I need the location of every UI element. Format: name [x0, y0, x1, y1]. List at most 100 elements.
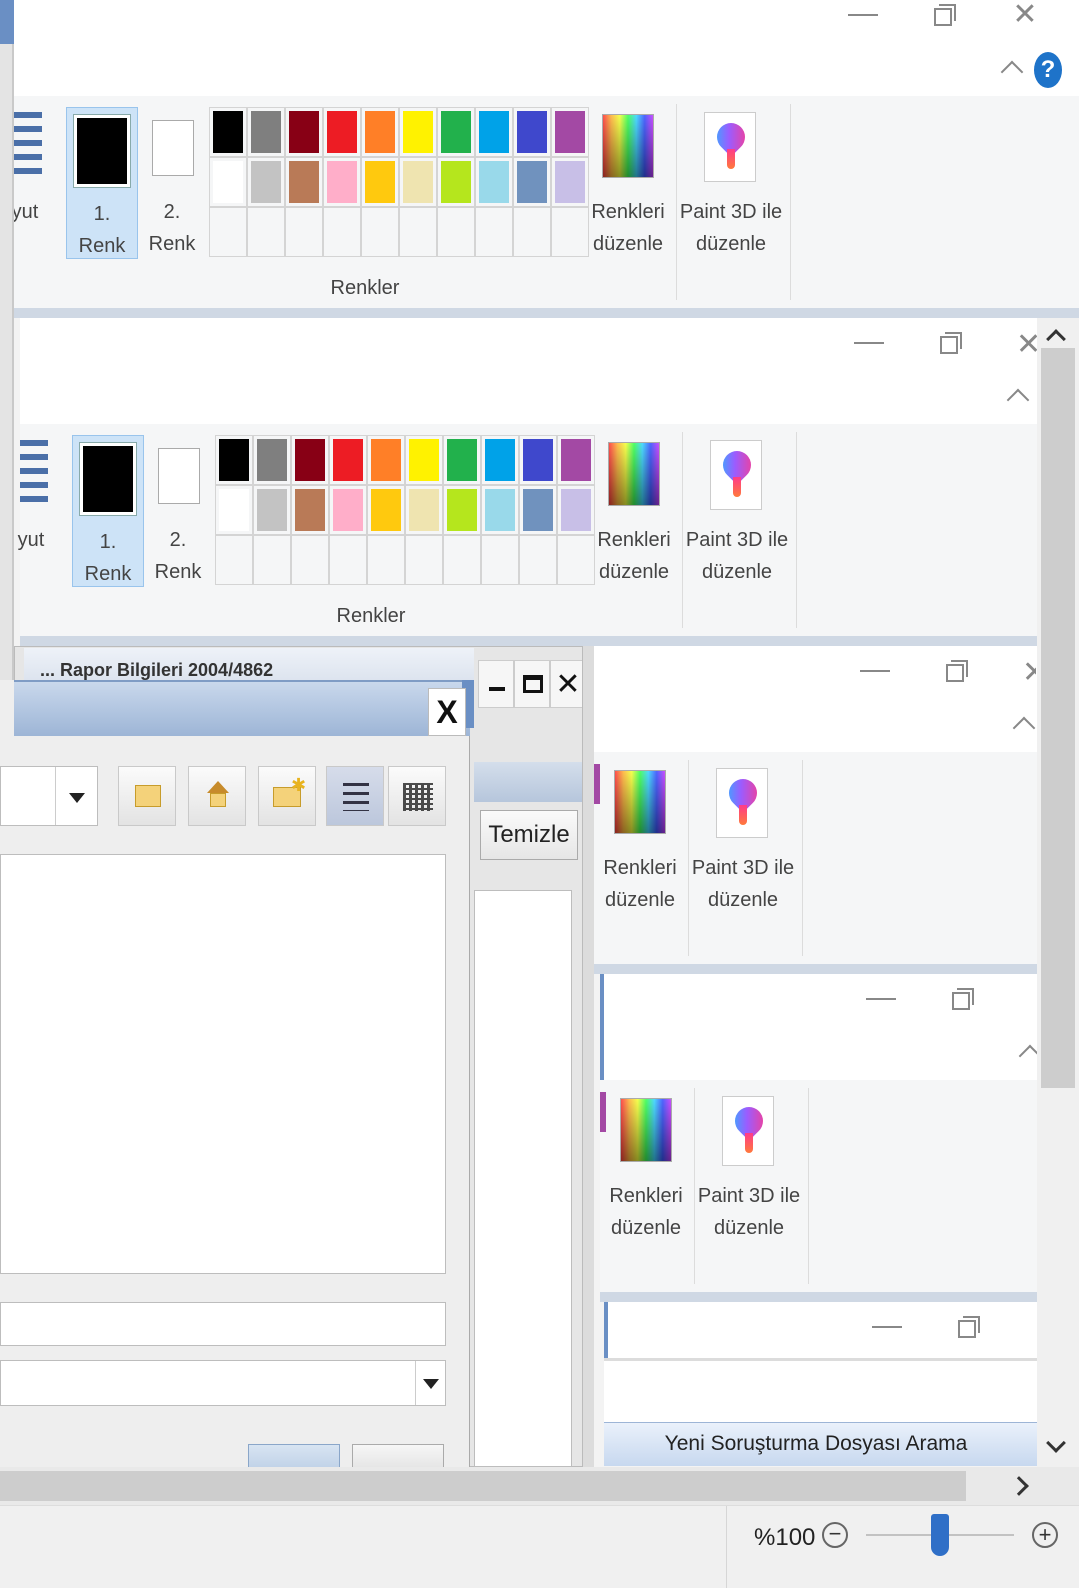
custom-color-slot[interactable]: [475, 207, 513, 257]
zoom-slider-thumb[interactable]: [931, 1514, 949, 1556]
horizontal-scrollbar[interactable]: [0, 1467, 1079, 1505]
scrollbar-thumb[interactable]: [0, 1471, 966, 1501]
restore-button[interactable]: [946, 660, 968, 682]
minimize-button[interactable]: [848, 14, 878, 16]
paint3d-icon[interactable]: [704, 112, 756, 182]
palette-swatch[interactable]: [253, 485, 291, 535]
close-icon[interactable]: ✕: [1010, 0, 1040, 30]
color1-button[interactable]: 1. Renk: [66, 107, 138, 259]
palette-swatch[interactable]: [247, 157, 285, 207]
clear-button[interactable]: Temizle: [480, 810, 578, 860]
custom-color-slot[interactable]: [513, 207, 551, 257]
palette-swatch[interactable]: [329, 435, 367, 485]
maximize-icon[interactable]: [514, 660, 550, 708]
palette-swatch[interactable]: [443, 435, 481, 485]
back-window-list[interactable]: [474, 890, 572, 1467]
palette-swatch[interactable]: [551, 107, 589, 157]
edit-colors-icon[interactable]: [620, 1098, 672, 1162]
custom-color-slot[interactable]: [437, 207, 475, 257]
palette-swatch[interactable]: [291, 435, 329, 485]
palette-swatch[interactable]: [285, 107, 323, 157]
palette-swatch[interactable]: [399, 107, 437, 157]
scrollbar-thumb[interactable]: [1041, 348, 1075, 1088]
palette-swatch[interactable]: [481, 485, 519, 535]
palette-swatch[interactable]: [367, 435, 405, 485]
palette-swatch[interactable]: [209, 157, 247, 207]
minimize-button[interactable]: [860, 670, 890, 672]
palette-swatch[interactable]: [285, 157, 323, 207]
palette-swatch[interactable]: [475, 157, 513, 207]
palette-swatch[interactable]: [361, 107, 399, 157]
paint3d-label[interactable]: Paint 3D ile düzenle: [676, 196, 786, 260]
restore-button[interactable]: [934, 4, 956, 26]
close-icon[interactable]: ✕: [550, 660, 586, 708]
edit-colors-label[interactable]: Renkleri düzenle: [598, 852, 682, 916]
custom-color-slot[interactable]: [247, 207, 285, 257]
cancel-button[interactable]: [352, 1444, 444, 1467]
palette-swatch[interactable]: [361, 157, 399, 207]
edit-colors-label[interactable]: Renkleri düzenle: [604, 1180, 688, 1244]
file-name-input[interactable]: [0, 1302, 446, 1346]
up-folder-button[interactable]: [118, 766, 176, 826]
custom-color-slot[interactable]: [557, 535, 595, 585]
scroll-down-icon[interactable]: [1046, 1433, 1066, 1453]
brush-size-icon[interactable]: [14, 112, 42, 174]
palette-swatch[interactable]: [557, 485, 595, 535]
palette-swatch[interactable]: [519, 485, 557, 535]
palette-swatch[interactable]: [513, 107, 551, 157]
zoom-out-button[interactable]: −: [822, 1522, 848, 1548]
paint3d-icon[interactable]: [716, 768, 768, 838]
paint3d-icon[interactable]: [710, 440, 762, 510]
restore-button[interactable]: [940, 332, 962, 354]
minimize-button[interactable]: [866, 998, 896, 1000]
paint3d-label[interactable]: Paint 3D ile düzenle: [694, 1180, 804, 1244]
edit-colors-icon[interactable]: [608, 442, 660, 506]
restore-button[interactable]: [952, 988, 974, 1010]
palette-swatch[interactable]: [513, 157, 551, 207]
edit-colors-label[interactable]: Renkleri düzenle: [592, 524, 676, 588]
color1-button[interactable]: 1. Renk: [72, 435, 144, 587]
edit-colors-icon[interactable]: [614, 770, 666, 834]
palette-swatch[interactable]: [247, 107, 285, 157]
details-view-button[interactable]: [388, 766, 446, 826]
palette-swatch[interactable]: [329, 485, 367, 535]
brush-size-icon[interactable]: [20, 440, 48, 502]
palette-swatch[interactable]: [399, 157, 437, 207]
new-folder-button[interactable]: ✱: [258, 766, 316, 826]
help-icon[interactable]: ?: [1034, 52, 1062, 88]
custom-color-slot[interactable]: [551, 207, 589, 257]
custom-color-slot[interactable]: [399, 207, 437, 257]
look-in-dropdown[interactable]: [0, 766, 98, 826]
custom-color-slot[interactable]: [253, 535, 291, 585]
palette-swatch[interactable]: [215, 485, 253, 535]
palette-swatch[interactable]: [475, 107, 513, 157]
palette-swatch[interactable]: [443, 485, 481, 535]
dialog-close-button[interactable]: X: [428, 688, 466, 736]
custom-color-slot[interactable]: [519, 535, 557, 585]
palette-swatch[interactable]: [519, 435, 557, 485]
color2-swatch[interactable]: [158, 448, 200, 504]
palette-swatch[interactable]: [437, 107, 475, 157]
color2-swatch[interactable]: [152, 120, 194, 176]
palette-swatch[interactable]: [209, 107, 247, 157]
palette-swatch[interactable]: [215, 435, 253, 485]
vertical-scrollbar[interactable]: [1037, 318, 1079, 1467]
custom-color-slot[interactable]: [443, 535, 481, 585]
palette-swatch[interactable]: [405, 485, 443, 535]
paint3d-label[interactable]: Paint 3D ile düzenle: [682, 524, 792, 588]
paint3d-icon[interactable]: [722, 1096, 774, 1166]
custom-color-slot[interactable]: [215, 535, 253, 585]
palette-swatch[interactable]: [291, 485, 329, 535]
custom-color-slot[interactable]: [367, 535, 405, 585]
restore-button[interactable]: [958, 1316, 980, 1338]
file-type-select[interactable]: [0, 1360, 446, 1406]
palette-swatch[interactable]: [557, 435, 595, 485]
scroll-up-icon[interactable]: [1046, 329, 1066, 349]
custom-color-slot[interactable]: [291, 535, 329, 585]
custom-color-slot[interactable]: [405, 535, 443, 585]
paint3d-label[interactable]: Paint 3D ile düzenle: [688, 852, 798, 916]
custom-color-slot[interactable]: [209, 207, 247, 257]
custom-color-slot[interactable]: [329, 535, 367, 585]
edit-colors-label[interactable]: Renkleri düzenle: [586, 196, 670, 260]
palette-swatch[interactable]: [253, 435, 291, 485]
